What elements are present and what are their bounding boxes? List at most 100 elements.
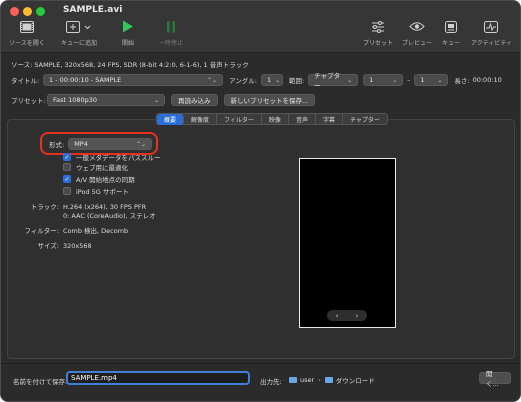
preview-button[interactable]: プレビュー xyxy=(402,19,432,49)
save-as-value: SAMPLE.mp4 xyxy=(71,374,117,382)
chevron-updown-icon: ⌄ xyxy=(392,76,398,84)
duration-value: 00:00:10 xyxy=(472,76,502,84)
preset-select-value: Fast 1080p30 xyxy=(53,96,98,104)
checkmark-icon: ✓ xyxy=(63,153,71,161)
range-type-value: チャプター xyxy=(314,72,341,90)
range-dash: – xyxy=(407,76,411,84)
web-optimized-checkbox[interactable]: ウェブ用に最適化 xyxy=(63,162,128,172)
activity-label: アクティビティ xyxy=(471,40,512,47)
bottom-bar: 名前を付けて保存: SAMPLE.mp4 出力先: user › ダウンロード … xyxy=(1,363,520,401)
queue-icon xyxy=(445,19,457,34)
reload-preset-button[interactable]: 再読み込み xyxy=(171,94,218,106)
preview-label: プレビュー xyxy=(402,40,433,47)
open-source-button[interactable]: ソースを開く xyxy=(9,19,45,49)
size-value: 320x568 xyxy=(63,242,92,250)
size-label: サイズ: xyxy=(37,242,60,250)
angle-select[interactable]: 1 ⌄ xyxy=(260,74,283,86)
pause-button[interactable]: 一時停止 xyxy=(159,19,183,49)
save-new-preset-button[interactable]: 新しいプリセットを保存... xyxy=(223,94,316,106)
preset-row: プリセット: Fast 1080p30 ⌄ 再読み込み 新しいプリセットを保存.… xyxy=(11,94,520,106)
chevron-updown-icon: ⌄ xyxy=(437,76,443,84)
tab-dimensions[interactable]: 解像度 xyxy=(184,114,218,125)
open-source-label: ソースを開く xyxy=(9,40,45,47)
angle-select-value: 1 xyxy=(266,76,272,84)
av-align-checkbox[interactable]: ✓ A/V 開始地点の同期 xyxy=(63,174,135,184)
pause-label: 一時停止 xyxy=(159,40,184,47)
start-label: 開始 xyxy=(122,40,135,47)
tab-summary[interactable]: 概要 xyxy=(157,114,185,125)
play-icon xyxy=(122,19,134,34)
source-info-row: ソース: SAMPLE, 320x568, 24 FPS, SDR (8-bit… xyxy=(11,59,520,69)
start-button[interactable]: 開始 xyxy=(122,19,134,49)
range-end-select[interactable]: 1 ⌄ xyxy=(414,74,449,86)
tracks-line-1: H.264 (x264), 30 FPS PFR xyxy=(63,203,147,211)
ipod-5g-checkbox[interactable]: iPod 5G サポート xyxy=(63,186,129,196)
browse-button[interactable]: 開く... xyxy=(479,370,511,388)
add-to-queue-icon xyxy=(66,19,92,34)
tab-filters[interactable]: フィルター xyxy=(217,114,262,125)
toolbar: SAMPLE.avi ソースを開く キューに追加 開始 一時停止 プリセット プ… xyxy=(1,1,520,53)
preview-nav: ‹ › xyxy=(327,310,367,321)
av-align-label: A/V 開始地点の同期 xyxy=(76,176,135,184)
chevron-updown-icon: ⌄ xyxy=(347,76,353,84)
save-as-field[interactable]: SAMPLE.mp4 xyxy=(66,371,250,385)
chevron-updown-icon: ⌄ xyxy=(275,76,281,84)
web-optimized-label: ウェブ用に最適化 xyxy=(76,164,128,172)
preset-select[interactable]: Fast 1080p30 ⌄ xyxy=(47,94,165,106)
tab-audio[interactable]: 音声 xyxy=(289,114,316,125)
presets-label: プリセット xyxy=(363,40,394,47)
queue-label: キュー xyxy=(442,40,461,47)
tracks-label: トラック: xyxy=(30,203,59,211)
source-info: ソース: SAMPLE, 320x568, 24 FPS, SDR (8-bit… xyxy=(11,61,249,69)
film-icon xyxy=(19,19,34,34)
folder-icon xyxy=(289,377,297,383)
tracks-line-2: 0: AAC (CoreAudio), ステレオ xyxy=(63,212,156,220)
zoom-window-button[interactable] xyxy=(36,7,45,16)
chevron-left-icon[interactable]: ‹ xyxy=(336,312,339,320)
window-title: SAMPLE.avi xyxy=(63,5,123,15)
queue-button[interactable]: キュー xyxy=(442,19,460,49)
pause-icon xyxy=(166,19,176,34)
destination-label: 出力先: xyxy=(260,378,282,386)
path-separator: › xyxy=(318,376,321,384)
ipod-5g-label: iPod 5G サポート xyxy=(76,188,129,196)
tab-video[interactable]: 映像 xyxy=(262,114,289,125)
activity-button[interactable]: アクティビティ xyxy=(471,19,512,49)
chevron-down-icon: ⌄ xyxy=(153,96,159,104)
checkbox-empty-icon xyxy=(63,187,71,195)
range-start-select[interactable]: 1 ⌄ xyxy=(363,74,404,86)
sliders-icon xyxy=(371,19,385,34)
title-select[interactable]: 1 - 00:00:10 - SAMPLE ⌃⌄ xyxy=(43,74,223,86)
chevron-right-icon[interactable]: › xyxy=(356,312,359,320)
range-start-value: 1 xyxy=(369,76,374,84)
preset-label: プリセット: xyxy=(11,97,46,105)
tab-chapters[interactable]: チャプター xyxy=(343,114,387,125)
title-row: タイトル: 1 - 00:00:10 - SAMPLE ⌃⌄ アングル: 1 ⌄… xyxy=(11,72,520,90)
save-as-label: 名前を付けて保存: xyxy=(13,378,68,386)
add-to-queue-label: キューに追加 xyxy=(61,40,98,47)
presets-button[interactable]: プリセット xyxy=(363,19,393,49)
folder-icon xyxy=(324,377,333,383)
title-label: タイトル: xyxy=(11,77,40,85)
preview-image: ‹ › xyxy=(299,158,396,328)
path-user: user xyxy=(300,376,315,384)
close-window-button[interactable] xyxy=(10,7,19,16)
duration-label: 長さ: xyxy=(454,77,470,85)
range-label: 範囲: xyxy=(288,77,305,85)
add-to-queue-button[interactable]: キューに追加 xyxy=(61,19,97,49)
tab-subtitles[interactable]: 字幕 xyxy=(316,114,343,125)
checkmark-icon: ✓ xyxy=(63,175,71,183)
destination-path[interactable]: user › ダウンロード xyxy=(289,375,375,385)
chevron-updown-icon: ⌃⌄ xyxy=(206,76,217,84)
activity-icon xyxy=(484,19,499,34)
app-window: SAMPLE.avi ソースを開く キューに追加 開始 一時停止 プリセット プ… xyxy=(0,0,521,402)
minimize-window-button[interactable] xyxy=(23,7,32,16)
range-end-value: 1 xyxy=(420,76,425,84)
eye-icon xyxy=(409,19,425,34)
settings-tabs: 概要 解像度 フィルター 映像 音声 字幕 チャプター xyxy=(156,113,388,125)
filters-value: Comb 検出, Decomb xyxy=(63,227,129,235)
passthru-metadata-checkbox[interactable]: ✓ 一般メタデータをパススルー xyxy=(63,152,161,162)
range-type-select[interactable]: チャプター ⌄ xyxy=(308,72,359,90)
filters-label: フィルター: xyxy=(24,227,59,235)
title-select-value: 1 - 00:00:10 - SAMPLE xyxy=(49,76,122,84)
